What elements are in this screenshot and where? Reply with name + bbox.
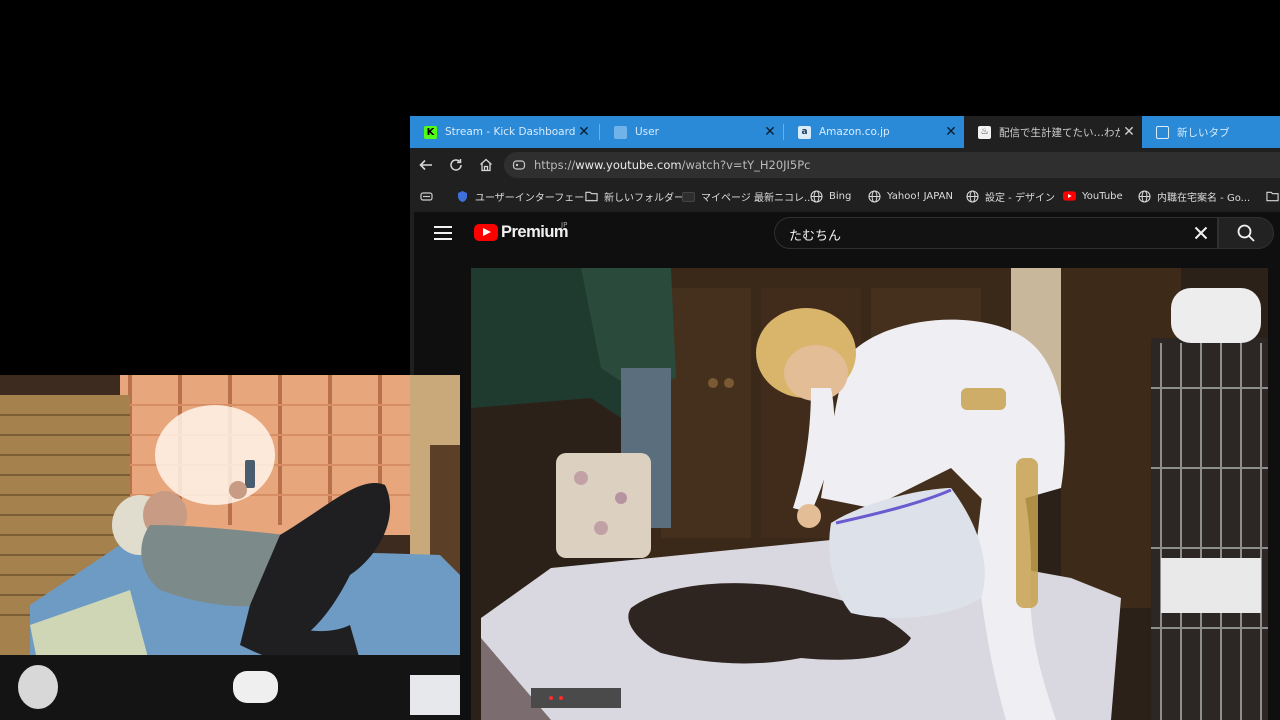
niconico-icon xyxy=(682,190,695,203)
search-query: たむちん xyxy=(789,229,842,244)
bookmark-folder-overflow[interactable] xyxy=(1266,182,1280,210)
back-arrow-icon xyxy=(419,159,432,171)
tab-new-tab[interactable]: 新しいタブ xyxy=(1142,116,1280,148)
tab-amazon[interactable]: a Amazon.co.jp ✕ xyxy=(784,116,964,148)
search-icon xyxy=(1237,224,1255,242)
browser-window: K Stream - Kick Dashboard ✕ User ✕ a Ama… xyxy=(410,116,1280,720)
site-info-icon[interactable] xyxy=(512,158,528,172)
bookmark-settings-design[interactable]: 設定 - デザイン xyxy=(966,182,1055,210)
reload-icon xyxy=(450,159,462,171)
clear-search-icon[interactable] xyxy=(1191,223,1211,243)
close-icon[interactable]: ✕ xyxy=(1120,124,1138,140)
bookmark-bing[interactable]: Bing xyxy=(810,182,851,210)
youtube-page: Premium JP たむちん xyxy=(414,212,1280,720)
search-input[interactable]: たむちん xyxy=(774,217,1218,249)
address-bar[interactable]: https://www.youtube.com/watch?v=tY_H20JI… xyxy=(504,152,1280,178)
bookmarks-bar: ユーザーインターフェー... 新しいフォルダー マイページ 最新ニコレ... B… xyxy=(410,182,1280,210)
home-button[interactable] xyxy=(476,155,496,175)
bookmark-youtube[interactable]: YouTube xyxy=(1063,182,1123,210)
webcam-feed xyxy=(0,375,460,720)
bookmark-naishoku[interactable]: 内職在宅案名 - Go... xyxy=(1138,182,1250,210)
page-icon: ♨ xyxy=(978,125,991,139)
folder-icon xyxy=(1266,190,1279,203)
globe-icon xyxy=(966,189,979,203)
user-icon xyxy=(614,125,627,139)
bookmark-new-folder[interactable]: 新しいフォルダー xyxy=(585,182,684,210)
tab-bar: K Stream - Kick Dashboard ✕ User ✕ a Ama… xyxy=(410,116,1280,148)
youtube-premium-logo[interactable]: Premium xyxy=(474,223,569,242)
shield-icon xyxy=(456,190,469,203)
folder-icon xyxy=(585,190,598,203)
video-frame xyxy=(471,268,1268,720)
globe-icon xyxy=(810,189,823,203)
bookmark-mypage[interactable]: マイページ 最新ニコレ... xyxy=(682,182,814,210)
tab-title: 配信で生計建てたい…わかってん… xyxy=(999,126,1120,139)
close-icon[interactable]: ✕ xyxy=(942,124,960,140)
video-player[interactable] xyxy=(471,268,1268,720)
search-button[interactable] xyxy=(1218,217,1274,249)
bookmarks-icon xyxy=(420,190,433,203)
logo-text: Premium xyxy=(501,223,569,241)
bookmark-yahoo[interactable]: Yahoo! JAPAN xyxy=(868,182,953,210)
tab-title: User xyxy=(635,126,659,138)
bookmark-ui[interactable]: ユーザーインターフェー... xyxy=(456,182,594,210)
youtube-play-icon xyxy=(474,224,498,241)
tab-title: Amazon.co.jp xyxy=(819,126,890,138)
kick-icon: K xyxy=(424,125,437,139)
tab-title: Stream - Kick Dashboard xyxy=(445,126,575,138)
navigation-bar: https://www.youtube.com/watch?v=tY_H20JI… xyxy=(410,148,1280,182)
youtube-icon xyxy=(1063,190,1076,203)
reload-button[interactable] xyxy=(446,155,466,175)
globe-icon xyxy=(868,189,881,203)
close-icon[interactable]: ✕ xyxy=(575,124,593,140)
close-icon[interactable]: ✕ xyxy=(761,124,779,140)
webcam-overlay xyxy=(0,375,460,720)
amazon-icon: a xyxy=(798,125,811,139)
menu-icon[interactable] xyxy=(434,226,452,240)
region-label: JP xyxy=(561,221,568,229)
tab-kick-dashboard[interactable]: K Stream - Kick Dashboard ✕ xyxy=(410,116,597,148)
home-icon xyxy=(480,158,492,172)
globe-icon xyxy=(1138,189,1151,203)
tab-user[interactable]: User ✕ xyxy=(600,116,783,148)
bookmark-collections[interactable] xyxy=(420,182,439,210)
new-tab-icon xyxy=(1156,125,1169,139)
back-button[interactable] xyxy=(416,155,436,175)
url-text: https://www.youtube.com/watch?v=tY_H20JI… xyxy=(534,158,811,172)
tab-current-video[interactable]: ♨ 配信で生計建てたい…わかってん… ✕ xyxy=(964,116,1142,148)
tab-title: 新しいタブ xyxy=(1177,126,1230,139)
